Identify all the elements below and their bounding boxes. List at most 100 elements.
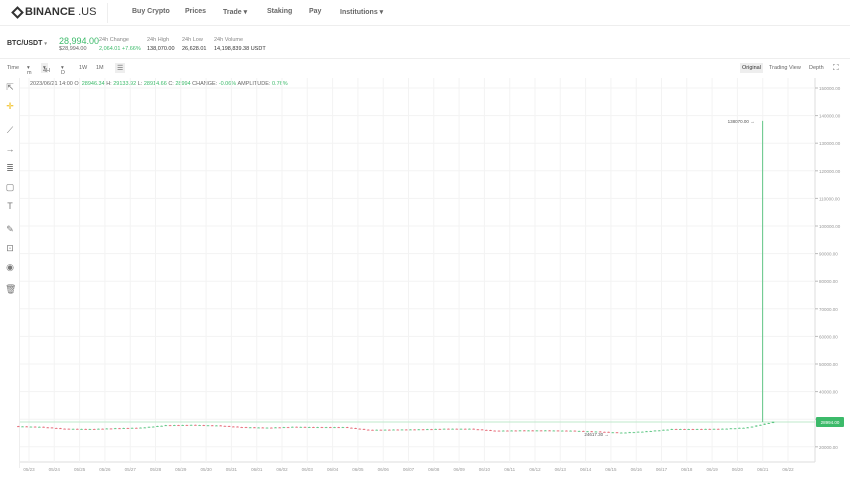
candle-body: [649, 431, 653, 433]
indicator-settings-icon[interactable]: ☰: [115, 63, 126, 73]
rectangle-icon[interactable]: ▢: [5, 182, 15, 192]
chevron-down-icon: ▾: [44, 41, 47, 47]
candle-body: [371, 429, 374, 431]
trendline-icon[interactable]: ⟋: [5, 125, 15, 135]
fib-icon[interactable]: ≣: [5, 163, 15, 173]
candle-body: [291, 426, 294, 428]
interval-4h[interactable]: 4H ▾: [41, 63, 50, 74]
measure-icon[interactable]: ✎: [5, 224, 15, 234]
x-tick-label: 06/11: [504, 467, 515, 472]
y-tick-label: 60000.00: [819, 334, 838, 339]
candle-body: [126, 427, 130, 429]
lock-icon[interactable]: ⊡: [5, 243, 15, 253]
candle-body: [105, 428, 109, 430]
candle-body: [194, 424, 197, 426]
y-tick-label: 30000.00: [819, 417, 838, 422]
drawing-tools: ⇱ ✛ ⟋ → ≣ ▢ T ✎ ⊡ ◉ 🗑: [0, 78, 20, 468]
cursor-icon[interactable]: ⇱: [5, 82, 15, 92]
low-value: 26,628.01: [182, 46, 207, 52]
candle-body: [683, 428, 686, 430]
candle-body: [480, 429, 484, 431]
change-label: 24h Change: [99, 37, 129, 43]
candle-body: [506, 430, 509, 432]
last-price-label: 28994.00: [821, 420, 840, 425]
candle-body: [139, 427, 142, 429]
nav-staking[interactable]: Staking: [267, 8, 292, 15]
candle-body: [215, 425, 218, 427]
candle-body: [118, 428, 121, 430]
eye-icon[interactable]: ◉: [5, 262, 15, 272]
candle-body: [244, 427, 248, 429]
y-tick-label: 120000.00: [819, 169, 841, 174]
candle-body: [590, 431, 593, 433]
candle-body: [307, 426, 311, 428]
x-tick-label: 06/16: [631, 467, 643, 472]
candle-body: [708, 428, 712, 430]
nav-buy-crypto[interactable]: Buy Crypto: [132, 8, 170, 15]
candle-body: [270, 427, 273, 429]
view-original[interactable]: Original: [740, 63, 763, 73]
x-tick-label: 05/30: [200, 467, 212, 472]
candle-body: [438, 428, 442, 430]
y-tick-label: 40000.00: [819, 390, 838, 395]
candle-body: [421, 429, 425, 431]
candle-body: [771, 421, 775, 423]
fullscreen-icon[interactable]: ⛶: [833, 63, 839, 73]
candle-body: [164, 425, 168, 427]
x-tick-label: 06/22: [782, 467, 794, 472]
low-label: 24h Low: [182, 37, 203, 43]
candle-body: [531, 430, 534, 432]
x-tick-label: 06/09: [453, 467, 465, 472]
candle-body: [556, 430, 560, 432]
candle-body: [400, 429, 404, 431]
candle-body: [240, 427, 243, 429]
view-depth[interactable]: Depth: [809, 65, 824, 71]
x-tick-label: 05/26: [99, 467, 111, 472]
candle-body: [388, 429, 391, 431]
candle-body: [497, 430, 501, 432]
nav-institutions[interactable]: Institutions ▾: [340, 8, 383, 16]
view-trading-view[interactable]: Trading View: [769, 65, 801, 71]
binance-logo[interactable]: BINANCE .US: [11, 5, 96, 19]
candle-body: [544, 430, 547, 432]
x-tick-label: 06/13: [555, 467, 567, 472]
x-tick-label: 06/18: [681, 467, 693, 472]
high-value: 138,070.00: [147, 46, 175, 52]
interval-day[interactable]: D ▾: [61, 65, 65, 76]
nav-pay[interactable]: Pay: [309, 8, 321, 15]
x-tick-label: 06/03: [302, 467, 314, 472]
text-icon[interactable]: T: [5, 201, 15, 211]
y-tick-label: 110000.00: [819, 196, 840, 201]
candle-body: [76, 428, 79, 430]
x-tick-label: 05/25: [74, 467, 86, 472]
x-tick-label: 06/20: [732, 467, 744, 472]
interval-month[interactable]: 1M: [96, 65, 104, 71]
candle-body: [767, 422, 771, 424]
interval-week[interactable]: 1W: [79, 65, 87, 71]
candle-body: [143, 427, 147, 429]
nav-trade[interactable]: Trade ▾: [223, 8, 247, 16]
high-annotation: 138070.00 →: [728, 119, 755, 124]
crosshair-icon[interactable]: ✛: [5, 101, 15, 111]
pair-selector[interactable]: BTC/USDT ▾: [7, 40, 47, 47]
candle-body: [156, 425, 159, 427]
candle-body: [404, 429, 408, 431]
y-tick-label: 100000.00: [819, 224, 841, 229]
interval-minutes[interactable]: m ▾: [27, 65, 32, 76]
time-label: Time: [7, 65, 20, 71]
candle-body: [750, 426, 754, 428]
nav-prices[interactable]: Prices: [185, 8, 206, 15]
candle-body: [674, 428, 678, 430]
candle-body: [653, 430, 657, 432]
candle-body: [632, 432, 636, 434]
candle-body: [261, 427, 265, 429]
candle-body: [206, 425, 210, 427]
candle-body: [354, 427, 357, 429]
arrow-line-icon[interactable]: →: [5, 144, 15, 154]
trash-icon[interactable]: 🗑: [5, 284, 16, 294]
x-tick-label: 05/23: [23, 467, 35, 472]
candle-body: [21, 426, 24, 428]
y-tick-label: 130000.00: [819, 141, 841, 146]
x-tick-label: 05/27: [125, 467, 137, 472]
volume-label: 24h Volume: [214, 37, 244, 43]
